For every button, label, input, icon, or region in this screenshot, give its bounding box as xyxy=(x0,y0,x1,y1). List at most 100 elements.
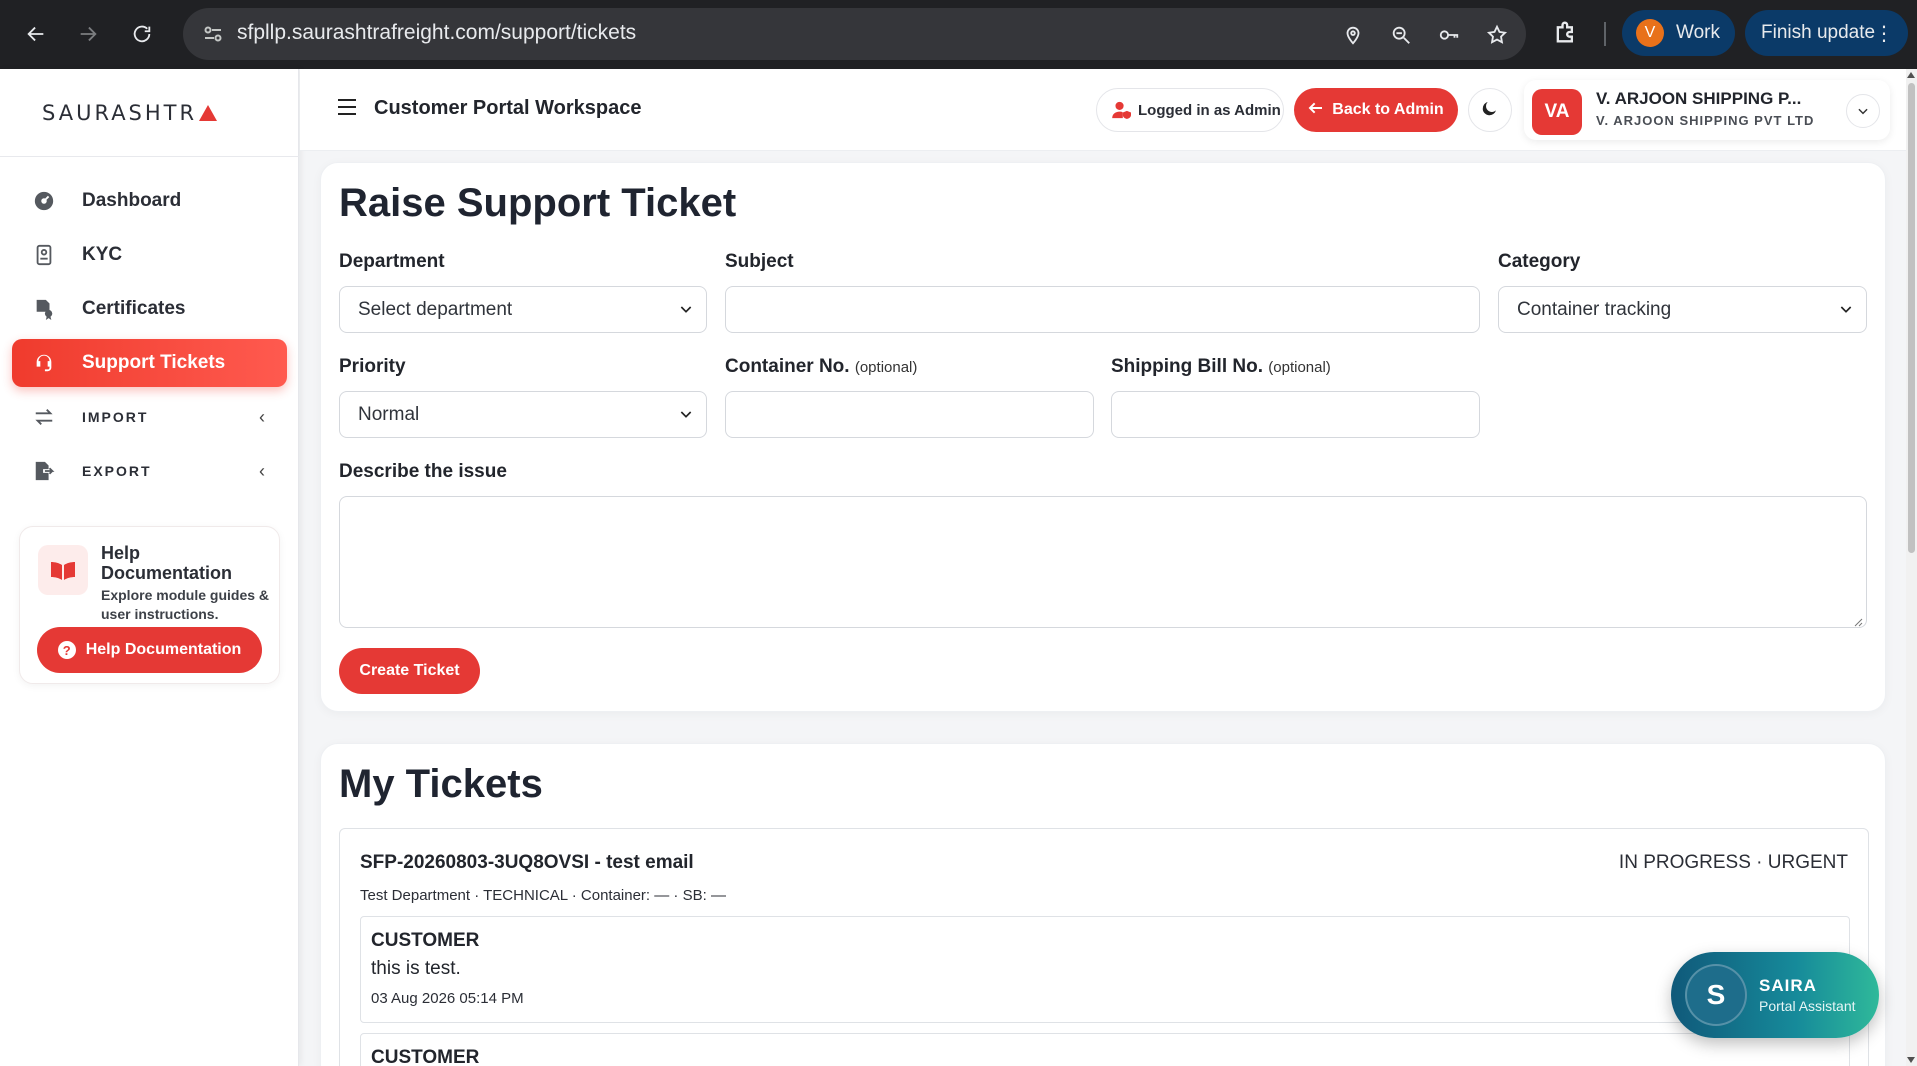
arrow-left-icon xyxy=(1308,100,1324,121)
star-icon[interactable] xyxy=(1482,20,1512,50)
key-icon[interactable] xyxy=(1434,20,1464,50)
chevron-left-icon: ‹ xyxy=(259,407,265,427)
shipping-bill-label-text: Shipping Bill No. xyxy=(1111,356,1263,377)
sidebar-item-label: IMPORT xyxy=(82,409,149,425)
sidebar-item-label: Support Tickets xyxy=(82,352,226,373)
help-button-label: Help Documentation xyxy=(85,641,242,658)
top-header: Customer Portal Workspace Logged in as A… xyxy=(300,69,1906,151)
shipping-bill-input[interactable] xyxy=(1111,391,1480,438)
sidebar-item-dashboard[interactable]: Dashboard xyxy=(12,177,287,225)
menu-icon[interactable] xyxy=(338,99,356,115)
address-bar[interactable]: sfpllp.saurashtrafreight.com/support/tic… xyxy=(183,8,1526,60)
sidebar-nav: Dashboard KYC Certificates Support Ticke… xyxy=(0,177,299,501)
raise-ticket-card: Raise Support Ticket Department Select d… xyxy=(320,162,1886,712)
zoom-icon[interactable] xyxy=(1386,20,1416,50)
logged-in-badge: Logged in as Admin xyxy=(1096,88,1284,132)
container-label-text: Container No. xyxy=(725,356,850,377)
chevron-left-icon: ‹ xyxy=(259,461,265,481)
help-documentation-button[interactable]: ? Help Documentation xyxy=(37,627,262,673)
ticket-message: CUSTOMER this is test. 03 Aug 2026 05:14… xyxy=(360,916,1850,1023)
back-to-admin-label: Back to Admin xyxy=(1332,101,1444,118)
optional-hint: (optional) xyxy=(854,359,918,376)
page-title: Customer Portal Workspace xyxy=(374,97,642,119)
brand-logo[interactable]: SAURASHTR xyxy=(0,69,299,157)
chevron-down-icon xyxy=(678,301,694,317)
sidebar-item-export[interactable]: EXPORT ‹ xyxy=(12,447,287,495)
chevron-down-icon xyxy=(1838,301,1854,317)
sidebar-item-label: Certificates xyxy=(82,298,186,319)
my-tickets-title: My Tickets xyxy=(339,762,543,806)
sidebar-item-label: Dashboard xyxy=(82,190,182,211)
forward-arrow-icon[interactable] xyxy=(68,14,108,54)
raise-ticket-title: Raise Support Ticket xyxy=(339,181,737,225)
category-value: Container tracking xyxy=(1517,298,1672,320)
account-name: V. ARJOON SHIPPING P... xyxy=(1596,89,1802,108)
message-text: this is test. xyxy=(371,958,461,979)
sidebar-item-support-tickets[interactable]: Support Tickets xyxy=(12,339,287,387)
extensions-icon[interactable] xyxy=(1552,18,1582,48)
back-to-admin-button[interactable]: Back to Admin xyxy=(1294,88,1458,132)
priority-value: Normal xyxy=(358,403,420,425)
assistant-name: SAIRA xyxy=(1759,976,1817,995)
dashboard-icon xyxy=(32,189,56,213)
subject-input[interactable] xyxy=(725,286,1480,333)
page-scrollbar[interactable] xyxy=(1906,69,1917,1066)
question-icon: ? xyxy=(57,641,76,659)
optional-hint: (optional) xyxy=(1268,359,1331,376)
url-text: sfpllp.saurashtrafreight.com/support/tic… xyxy=(237,21,637,44)
describe-textarea[interactable] xyxy=(339,496,1867,628)
sidebar-item-certificates[interactable]: Certificates xyxy=(12,285,287,333)
finish-update-label: Finish update xyxy=(1761,22,1876,43)
priority-label: Priority xyxy=(339,356,406,377)
sidebar-item-kyc[interactable]: KYC xyxy=(12,231,287,279)
scroll-thumb[interactable] xyxy=(1908,83,1915,553)
department-label: Department xyxy=(339,251,445,272)
message-role: CUSTOMER xyxy=(371,1047,480,1066)
sidebar-item-label: KYC xyxy=(82,244,123,265)
subject-label: Subject xyxy=(725,251,794,272)
site-settings-icon[interactable] xyxy=(201,22,225,46)
back-arrow-icon[interactable] xyxy=(16,14,56,54)
ticket-meta: Test Department · TECHNICAL · Container:… xyxy=(360,887,726,904)
chevron-down-icon[interactable] xyxy=(1846,94,1880,128)
export-icon xyxy=(32,459,56,483)
container-input[interactable] xyxy=(725,391,1094,438)
create-ticket-button[interactable]: Create Ticket xyxy=(339,648,480,694)
help-description: Explore module guides & user instruction… xyxy=(101,587,270,622)
message-time: 03 Aug 2026 05:14 PM xyxy=(371,990,524,1007)
sidebar-item-label: EXPORT xyxy=(82,463,152,479)
swap-icon xyxy=(32,405,56,429)
priority-select[interactable]: Normal xyxy=(339,391,707,438)
ticket-id-subject: SFP-20260803-3UQ8OVSI - test email xyxy=(360,852,694,873)
location-icon[interactable] xyxy=(1338,20,1368,50)
help-card: Help Documentation Explore module guides… xyxy=(19,526,280,684)
account-company: V. ARJOON SHIPPING PVT LTD xyxy=(1596,113,1815,128)
resize-handle-icon[interactable] xyxy=(1853,614,1863,627)
ticket-item[interactable]: SFP-20260803-3UQ8OVSI - test email IN PR… xyxy=(339,828,1869,1066)
category-select[interactable]: Container tracking xyxy=(1498,286,1867,333)
logged-in-label: Logged in as Admin xyxy=(1138,101,1281,119)
id-card-icon xyxy=(32,243,56,267)
finish-update-button[interactable]: Finish update ⋮ xyxy=(1745,10,1908,56)
user-shield-icon xyxy=(1112,101,1132,119)
scroll-up-icon[interactable] xyxy=(1907,72,1915,78)
moon-icon xyxy=(1481,99,1499,122)
book-icon xyxy=(38,545,88,595)
scroll-down-icon[interactable] xyxy=(1907,1057,1915,1063)
more-options-icon[interactable]: ⋮ xyxy=(1874,21,1894,46)
profile-button[interactable]: V Work xyxy=(1622,10,1735,56)
category-label: Category xyxy=(1498,251,1581,272)
department-select[interactable]: Select department xyxy=(339,286,707,333)
message-role: CUSTOMER xyxy=(371,930,480,951)
theme-toggle-button[interactable] xyxy=(1468,88,1512,132)
sidebar-item-import[interactable]: IMPORT ‹ xyxy=(12,393,287,441)
sidebar: SAURASHTR Dashboard KYC Certificates Sup… xyxy=(0,69,299,1066)
department-value: Select department xyxy=(358,298,513,320)
ticket-message: CUSTOMER xyxy=(360,1033,1850,1066)
assistant-chat-button[interactable]: S SAIRA Portal Assistant xyxy=(1671,952,1879,1038)
account-switcher[interactable]: VA V. ARJOON SHIPPING P... V. ARJOON SHI… xyxy=(1524,80,1890,140)
brand-text: SAURASHTR xyxy=(42,100,198,125)
ticket-status: IN PROGRESS · URGENT xyxy=(1618,852,1848,873)
profile-avatar: V xyxy=(1636,19,1664,47)
reload-icon[interactable] xyxy=(122,14,162,54)
